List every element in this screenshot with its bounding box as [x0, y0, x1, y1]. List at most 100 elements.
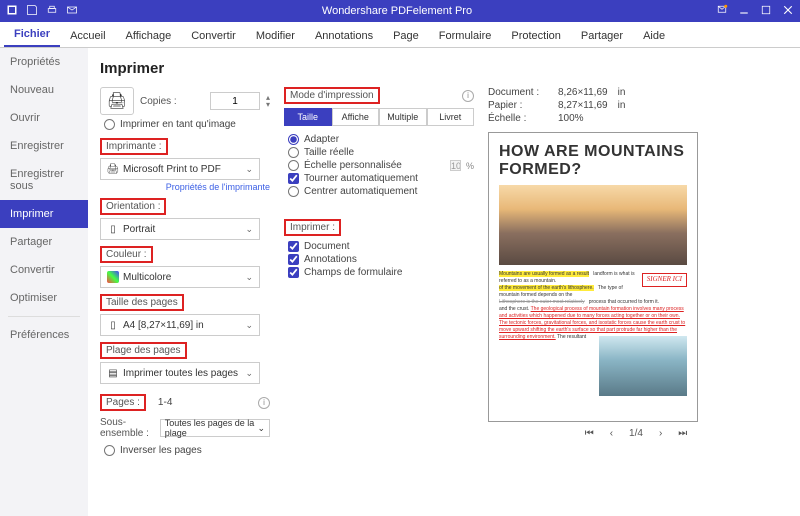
preview-text: SIGNER ICI Mountains are usually formed … — [499, 271, 687, 341]
sidebar-item-partager[interactable]: Partager — [0, 228, 88, 256]
custom-scale-row: Échelle personnalisée % — [288, 160, 474, 171]
print-panel: Imprimer 🖨 Copies : ▴▾ Imprimer en tant … — [88, 48, 800, 516]
preview-heading: HOW ARE MOUNTAINS FORMED? — [499, 143, 687, 179]
mail-icon[interactable] — [66, 4, 78, 19]
maximize-icon[interactable] — [760, 4, 772, 19]
copies-stepper[interactable]: ▴▾ — [266, 94, 270, 108]
tab-protection[interactable]: Protection — [501, 25, 571, 47]
preview-pager: ⏮ ‹ 1/4 › ⏭ — [488, 428, 784, 439]
sign-here-stamp: SIGNER ICI — [642, 273, 687, 287]
printer-icon: 🖨 — [100, 87, 134, 115]
printer-select[interactable]: 🖨Microsoft Print to PDF ⌄ — [100, 158, 260, 180]
auto-center-radio[interactable]: Centrer automatiquement — [288, 186, 474, 197]
section-print-what: Imprimer : — [284, 219, 341, 236]
subset-select[interactable]: Toutes les pages de la plage ⌄ — [160, 419, 270, 437]
info-icon[interactable]: i — [258, 397, 270, 409]
chevron-down-icon: ⌄ — [245, 368, 253, 379]
copies-input[interactable] — [210, 92, 260, 110]
last-page-icon[interactable]: ⏭ — [678, 428, 687, 439]
prev-page-icon[interactable]: ‹ — [610, 428, 613, 439]
adapter-radio[interactable]: Adapter — [288, 134, 474, 145]
portrait-icon: ▯ — [107, 223, 119, 235]
window-title: Wondershare PDFelement Pro — [78, 5, 716, 17]
print-preview: HOW ARE MOUNTAINS FORMED? SIGNER ICI Mou… — [488, 132, 698, 422]
sidebar: Propriétés Nouveau Ouvrir Enregistrer En… — [0, 48, 88, 516]
section-orientation: Orientation : — [100, 198, 166, 215]
scale-input[interactable] — [450, 160, 461, 171]
chevron-down-icon: ⌄ — [245, 272, 253, 283]
chevron-down-icon: ⌄ — [245, 164, 253, 175]
real-size-radio[interactable]: Taille réelle — [288, 147, 474, 158]
mode-tab-taille[interactable]: Taille — [284, 108, 332, 126]
sidebar-divider — [8, 316, 80, 317]
pagesize-select[interactable]: ▯A4 [8,27×11,69] in ⌄ — [100, 314, 260, 336]
subset-label: Sous-ensemble : — [100, 417, 154, 439]
mode-tab-affiche[interactable]: Affiche — [332, 108, 380, 126]
preview-image-main — [499, 185, 687, 265]
section-pagesize: Taille des pages — [100, 294, 184, 311]
tab-aide[interactable]: Aide — [633, 25, 675, 47]
section-color: Couleur : — [100, 246, 153, 263]
mode-tab-livret[interactable]: Livret — [427, 108, 475, 126]
chevron-down-icon: ⌄ — [257, 423, 265, 434]
print-icon[interactable] — [46, 4, 58, 19]
sidebar-item-enregistrer-sous[interactable]: Enregistrer sous — [0, 160, 88, 200]
page-title: Imprimer — [100, 60, 784, 77]
tab-partager[interactable]: Partager — [571, 25, 633, 47]
print-annotations-checkbox[interactable]: Annotations — [288, 254, 474, 265]
section-printer: Imprimante : — [100, 138, 168, 155]
custom-scale-radio[interactable] — [288, 160, 299, 171]
preview-image-side — [599, 336, 687, 396]
chevron-down-icon: ⌄ — [245, 320, 253, 331]
color-select[interactable]: Multicolore ⌄ — [100, 266, 260, 288]
printer-properties-link[interactable]: Propriétés de l'imprimante — [100, 182, 270, 192]
sidebar-item-enregistrer[interactable]: Enregistrer — [0, 132, 88, 160]
sidebar-item-nouveau[interactable]: Nouveau — [0, 76, 88, 104]
chevron-down-icon: ⌄ — [245, 224, 253, 235]
next-page-icon[interactable]: › — [659, 428, 662, 439]
page-indicator: 1/4 — [629, 428, 643, 439]
sidebar-item-convertir[interactable]: Convertir — [0, 256, 88, 284]
sidebar-item-optimiser[interactable]: Optimiser — [0, 284, 88, 312]
tab-convertir[interactable]: Convertir — [181, 25, 246, 47]
sidebar-item-imprimer[interactable]: Imprimer — [0, 200, 88, 228]
pagerange-select[interactable]: ▤Imprimer toutes les pages ⌄ — [100, 362, 260, 384]
tab-modifier[interactable]: Modifier — [246, 25, 305, 47]
tab-page[interactable]: Page — [383, 25, 429, 47]
print-document-checkbox[interactable]: Document — [288, 241, 474, 252]
titlebar: Wondershare PDFelement Pro — [0, 0, 800, 22]
pages-icon: ▤ — [107, 367, 119, 379]
auto-rotate-checkbox[interactable]: Tourner automatiquement — [288, 173, 474, 184]
page-icon: ▯ — [107, 319, 119, 331]
copies-label: Copies : — [140, 96, 177, 107]
app-logo-icon — [6, 4, 18, 19]
scale-unit: % — [466, 161, 474, 171]
save-icon[interactable] — [26, 4, 38, 19]
print-as-image-radio[interactable]: Imprimer en tant qu'image — [104, 119, 270, 130]
info-icon[interactable]: i — [462, 90, 474, 102]
first-page-icon[interactable]: ⏮ — [585, 428, 594, 439]
tab-accueil[interactable]: Accueil — [60, 25, 115, 47]
print-formfields-checkbox[interactable]: Champs de formulaire — [288, 267, 474, 278]
orientation-select[interactable]: ▯Portrait ⌄ — [100, 218, 260, 240]
mode-tabs: Taille Affiche Multiple Livret — [284, 108, 474, 126]
section-pagerange: Plage des pages — [100, 342, 187, 359]
mode-tab-multiple[interactable]: Multiple — [379, 108, 427, 126]
color-icon — [107, 271, 119, 283]
sidebar-item-ouvrir[interactable]: Ouvrir — [0, 104, 88, 132]
reverse-pages-radio[interactable]: Inverser les pages — [104, 445, 270, 456]
section-mode: Mode d'impression — [284, 87, 380, 104]
printer-small-icon: 🖨 — [107, 163, 119, 175]
page-meta: Document :8,26×11,69in Papier :8,27×11,6… — [488, 87, 784, 124]
tab-affichage[interactable]: Affichage — [116, 25, 182, 47]
sidebar-item-proprietes[interactable]: Propriétés — [0, 48, 88, 76]
tab-formulaire[interactable]: Formulaire — [429, 25, 502, 47]
minimize-icon[interactable] — [738, 4, 750, 19]
notification-icon[interactable] — [716, 4, 728, 19]
pages-value: 1-4 — [152, 397, 252, 408]
tab-fichier[interactable]: Fichier — [4, 23, 60, 47]
sidebar-item-preferences[interactable]: Préférences — [0, 321, 88, 349]
menubar: Fichier Accueil Affichage Convertir Modi… — [0, 22, 800, 48]
close-icon[interactable] — [782, 4, 794, 19]
tab-annotations[interactable]: Annotations — [305, 25, 383, 47]
